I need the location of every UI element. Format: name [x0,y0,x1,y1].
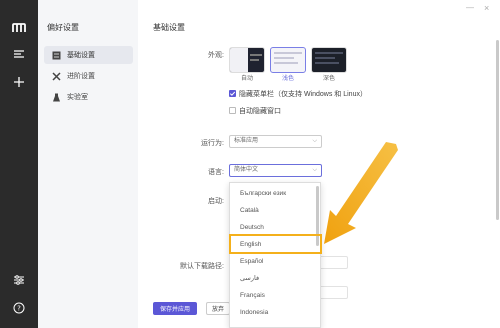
minimize-icon[interactable]: — [466,3,474,12]
sidebar-item-label: 进阶设置 [67,73,95,80]
startup-label: 启动: [208,198,224,205]
page-title: 基础设置 [153,23,185,32]
sidebar-item-label: 基础设置 [67,52,95,59]
dropdown-option[interactable]: فارسی [230,271,320,287]
close-icon[interactable]: × [484,3,489,13]
settings-sliders-icon [52,51,61,60]
save-apply-button[interactable]: 保存并应用 [153,302,197,315]
discard-button[interactable]: 放弃 [206,302,230,315]
svg-text:?: ? [17,305,21,313]
theme-light-label: 浅色 [281,76,294,82]
sidebar-item-lab[interactable]: 实验室 [44,88,133,106]
run-as-value: 标准应用 [234,138,259,144]
hide-menubar-checkbox[interactable] [229,90,236,97]
theme-auto[interactable] [229,47,265,73]
dropdown-option[interactable]: Indonesia [230,305,320,321]
theme-dark-label: 深色 [322,76,335,82]
language-label: 语言: [208,169,224,176]
sidebar-item-label: 实验室 [67,94,88,101]
sidebar-item-basic-settings[interactable]: 基础设置 [44,46,133,64]
theme-light[interactable] [270,47,306,73]
auto-hide-window-checkbox[interactable] [229,107,236,114]
annotation-arrow-icon [324,142,398,244]
run-as-label: 运行为: [201,140,224,147]
settings-sidebar: 偏好设置 基础设置 进阶设置 实验室 [38,0,138,328]
app-logo-icon [11,20,27,36]
main-scrollbar[interactable] [496,40,499,220]
auto-hide-window-label: 自动隐藏窗口 [239,108,281,115]
flask-icon [52,93,61,102]
dropdown-option[interactable]: Français [230,288,320,304]
sidebar-item-advanced-settings[interactable]: 进阶设置 [44,67,133,85]
preferences-icon[interactable] [11,272,27,288]
theme-auto-label: 自动 [240,76,253,82]
add-icon[interactable] [11,74,27,90]
download-path-label: 默认下载路径: [180,263,224,270]
tools-icon [52,71,61,81]
sidebar-title: 偏好设置 [47,23,79,32]
app-rail: ? [0,0,38,328]
help-icon[interactable]: ? [11,300,27,316]
hide-menubar-label: 隐藏菜单栏（仅支持 Windows 和 Linux） [239,91,367,98]
theme-dark[interactable] [311,47,347,73]
language-value: 简体中文 [234,167,259,173]
appearance-label: 外观: [208,52,224,59]
dropdown-option[interactable]: Español [230,254,320,270]
menu-icon[interactable] [11,46,27,62]
